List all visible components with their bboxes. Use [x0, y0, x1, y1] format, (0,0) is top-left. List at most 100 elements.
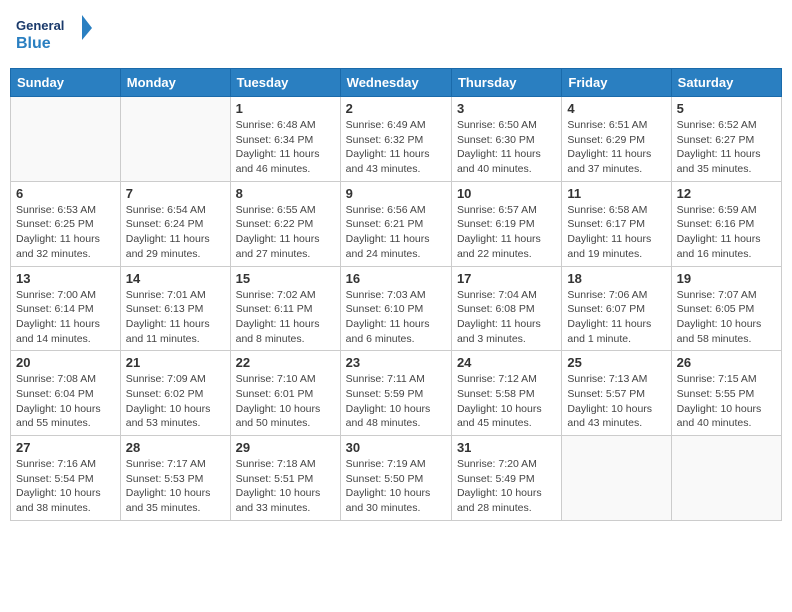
calendar-week-row: 20 Sunrise: 7:08 AM Sunset: 6:04 PM Dayli… — [11, 351, 782, 436]
page-header: General Blue — [10, 10, 782, 60]
day-number: 18 — [567, 271, 665, 286]
day-number: 3 — [457, 101, 556, 116]
calendar-cell: 30Sunrise: 7:19 AM Sunset: 5:50 PM Dayli… — [340, 436, 451, 521]
calendar-cell: 3 Sunrise: 6:50 AM Sunset: 6:30 PM Daylig… — [451, 97, 561, 182]
calendar-cell: 6Sunrise: 6:53 AM Sunset: 6:25 PM Daylig… — [11, 181, 121, 266]
calendar-cell: 1 Sunrise: 6:48 AM Sunset: 6:34 PM Daylig… — [230, 97, 340, 182]
day-info: Sunrise: 7:20 AM Sunset: 5:49 PM Dayligh… — [457, 457, 556, 516]
day-info: Sunrise: 7:10 AM Sunset: 6:01 PM Dayligh… — [236, 372, 335, 431]
day-of-week-header: Friday — [562, 69, 671, 97]
day-info: Sunrise: 6:52 AM Sunset: 6:27 PM Dayligh… — [677, 118, 776, 177]
day-number: 19 — [677, 271, 776, 286]
day-number: 8 — [236, 186, 335, 201]
calendar-cell: 29 Sunrise: 7:18 AM Sunset: 5:51 PM Dayli… — [230, 436, 340, 521]
day-info: Sunrise: 7:02 AM Sunset: 6:11 PM Dayligh… — [236, 288, 335, 347]
svg-text:Blue: Blue — [16, 35, 51, 52]
calendar-cell: 11 Sunrise: 6:58 AM Sunset: 6:17 PM Dayli… — [562, 181, 671, 266]
day-info: Sunrise: 7:18 AM Sunset: 5:51 PM Dayligh… — [236, 457, 335, 516]
calendar-cell: 21Sunrise: 7:09 AM Sunset: 6:02 PM Dayli… — [120, 351, 230, 436]
day-info: Sunrise: 7:04 AM Sunset: 6:08 PM Dayligh… — [457, 288, 556, 347]
day-of-week-header: Thursday — [451, 69, 561, 97]
day-number: 7 — [126, 186, 225, 201]
calendar-cell: 4Sunrise: 6:51 AM Sunset: 6:29 PM Daylig… — [562, 97, 671, 182]
day-info: Sunrise: 7:13 AM Sunset: 5:57 PM Dayligh… — [567, 372, 665, 431]
day-info: Sunrise: 7:15 AM Sunset: 5:55 PM Dayligh… — [677, 372, 776, 431]
day-of-week-header: Wednesday — [340, 69, 451, 97]
calendar-cell: 14 Sunrise: 7:01 AM Sunset: 6:13 PM Dayli… — [120, 266, 230, 351]
day-info: Sunrise: 6:51 AM Sunset: 6:29 PM Dayligh… — [567, 118, 665, 177]
calendar-cell: 9 Sunrise: 6:56 AM Sunset: 6:21 PM Daylig… — [340, 181, 451, 266]
calendar-cell: 10Sunrise: 6:57 AM Sunset: 6:19 PM Dayli… — [451, 181, 561, 266]
day-info: Sunrise: 7:09 AM Sunset: 6:02 PM Dayligh… — [126, 372, 225, 431]
logo-svg: General Blue — [14, 10, 94, 60]
day-number: 5 — [677, 101, 776, 116]
day-info: Sunrise: 7:11 AM Sunset: 5:59 PM Dayligh… — [346, 372, 446, 431]
calendar-cell — [120, 97, 230, 182]
day-number: 10 — [457, 186, 556, 201]
calendar-cell: 26 Sunrise: 7:15 AM Sunset: 5:55 PM Dayli… — [671, 351, 781, 436]
day-number: 27 — [16, 440, 115, 455]
calendar-cell: 16 Sunrise: 7:03 AM Sunset: 6:10 PM Dayli… — [340, 266, 451, 351]
day-number: 22 — [236, 355, 335, 370]
calendar-table: SundayMondayTuesdayWednesdayThursdayFrid… — [10, 68, 782, 521]
calendar-cell: 15 Sunrise: 7:02 AM Sunset: 6:11 PM Dayli… — [230, 266, 340, 351]
day-of-week-header: Saturday — [671, 69, 781, 97]
calendar-cell — [11, 97, 121, 182]
day-number: 24 — [457, 355, 556, 370]
day-info: Sunrise: 7:03 AM Sunset: 6:10 PM Dayligh… — [346, 288, 446, 347]
calendar-cell: 31 Sunrise: 7:20 AM Sunset: 5:49 PM Dayli… — [451, 436, 561, 521]
day-info: Sunrise: 7:19 AM Sunset: 5:50 PM Dayligh… — [346, 457, 446, 516]
day-number: 1 — [236, 101, 335, 116]
day-number: 2 — [346, 101, 446, 116]
calendar-cell: 13Sunrise: 7:00 AM Sunset: 6:14 PM Dayli… — [11, 266, 121, 351]
calendar-cell: 8Sunrise: 6:55 AM Sunset: 6:22 PM Daylig… — [230, 181, 340, 266]
svg-text:General: General — [16, 18, 64, 33]
calendar-cell: 28 Sunrise: 7:17 AM Sunset: 5:53 PM Dayli… — [120, 436, 230, 521]
calendar-cell: 23 Sunrise: 7:11 AM Sunset: 5:59 PM Dayli… — [340, 351, 451, 436]
day-number: 29 — [236, 440, 335, 455]
calendar-cell: 12Sunrise: 6:59 AM Sunset: 6:16 PM Dayli… — [671, 181, 781, 266]
day-number: 16 — [346, 271, 446, 286]
day-number: 31 — [457, 440, 556, 455]
day-number: 23 — [346, 355, 446, 370]
day-info: Sunrise: 7:08 AM Sunset: 6:04 PM Dayligh… — [16, 372, 115, 431]
calendar-week-row: 13Sunrise: 7:00 AM Sunset: 6:14 PM Dayli… — [11, 266, 782, 351]
calendar-cell: 19 Sunrise: 7:07 AM Sunset: 6:05 PM Dayli… — [671, 266, 781, 351]
day-number: 14 — [126, 271, 225, 286]
calendar-cell: 24Sunrise: 7:12 AM Sunset: 5:58 PM Dayli… — [451, 351, 561, 436]
day-info: Sunrise: 7:16 AM Sunset: 5:54 PM Dayligh… — [16, 457, 115, 516]
day-number: 15 — [236, 271, 335, 286]
day-number: 20 — [16, 355, 115, 370]
calendar-cell: 27 Sunrise: 7:16 AM Sunset: 5:54 PM Dayli… — [11, 436, 121, 521]
calendar-cell — [671, 436, 781, 521]
calendar-cell: 5 Sunrise: 6:52 AM Sunset: 6:27 PM Daylig… — [671, 97, 781, 182]
day-number: 17 — [457, 271, 556, 286]
day-info: Sunrise: 6:54 AM Sunset: 6:24 PM Dayligh… — [126, 203, 225, 262]
day-number: 25 — [567, 355, 665, 370]
day-info: Sunrise: 6:53 AM Sunset: 6:25 PM Dayligh… — [16, 203, 115, 262]
day-info: Sunrise: 7:06 AM Sunset: 6:07 PM Dayligh… — [567, 288, 665, 347]
calendar-cell — [562, 436, 671, 521]
day-info: Sunrise: 7:00 AM Sunset: 6:14 PM Dayligh… — [16, 288, 115, 347]
day-info: Sunrise: 6:48 AM Sunset: 6:34 PM Dayligh… — [236, 118, 335, 177]
calendar-cell: 25 Sunrise: 7:13 AM Sunset: 5:57 PM Dayli… — [562, 351, 671, 436]
day-info: Sunrise: 7:07 AM Sunset: 6:05 PM Dayligh… — [677, 288, 776, 347]
day-of-week-header: Sunday — [11, 69, 121, 97]
day-number: 26 — [677, 355, 776, 370]
calendar-cell: 22 Sunrise: 7:10 AM Sunset: 6:01 PM Dayli… — [230, 351, 340, 436]
day-info: Sunrise: 7:01 AM Sunset: 6:13 PM Dayligh… — [126, 288, 225, 347]
day-info: Sunrise: 6:49 AM Sunset: 6:32 PM Dayligh… — [346, 118, 446, 177]
day-number: 12 — [677, 186, 776, 201]
calendar-cell: 7 Sunrise: 6:54 AM Sunset: 6:24 PM Daylig… — [120, 181, 230, 266]
day-info: Sunrise: 6:56 AM Sunset: 6:21 PM Dayligh… — [346, 203, 446, 262]
day-number: 11 — [567, 186, 665, 201]
day-number: 9 — [346, 186, 446, 201]
calendar-cell: 18 Sunrise: 7:06 AM Sunset: 6:07 PM Dayli… — [562, 266, 671, 351]
day-info: Sunrise: 7:17 AM Sunset: 5:53 PM Dayligh… — [126, 457, 225, 516]
day-info: Sunrise: 6:50 AM Sunset: 6:30 PM Dayligh… — [457, 118, 556, 177]
calendar-week-row: 6Sunrise: 6:53 AM Sunset: 6:25 PM Daylig… — [11, 181, 782, 266]
day-info: Sunrise: 6:58 AM Sunset: 6:17 PM Dayligh… — [567, 203, 665, 262]
day-number: 28 — [126, 440, 225, 455]
calendar-cell: 17 Sunrise: 7:04 AM Sunset: 6:08 PM Dayli… — [451, 266, 561, 351]
calendar-week-row: 1 Sunrise: 6:48 AM Sunset: 6:34 PM Daylig… — [11, 97, 782, 182]
